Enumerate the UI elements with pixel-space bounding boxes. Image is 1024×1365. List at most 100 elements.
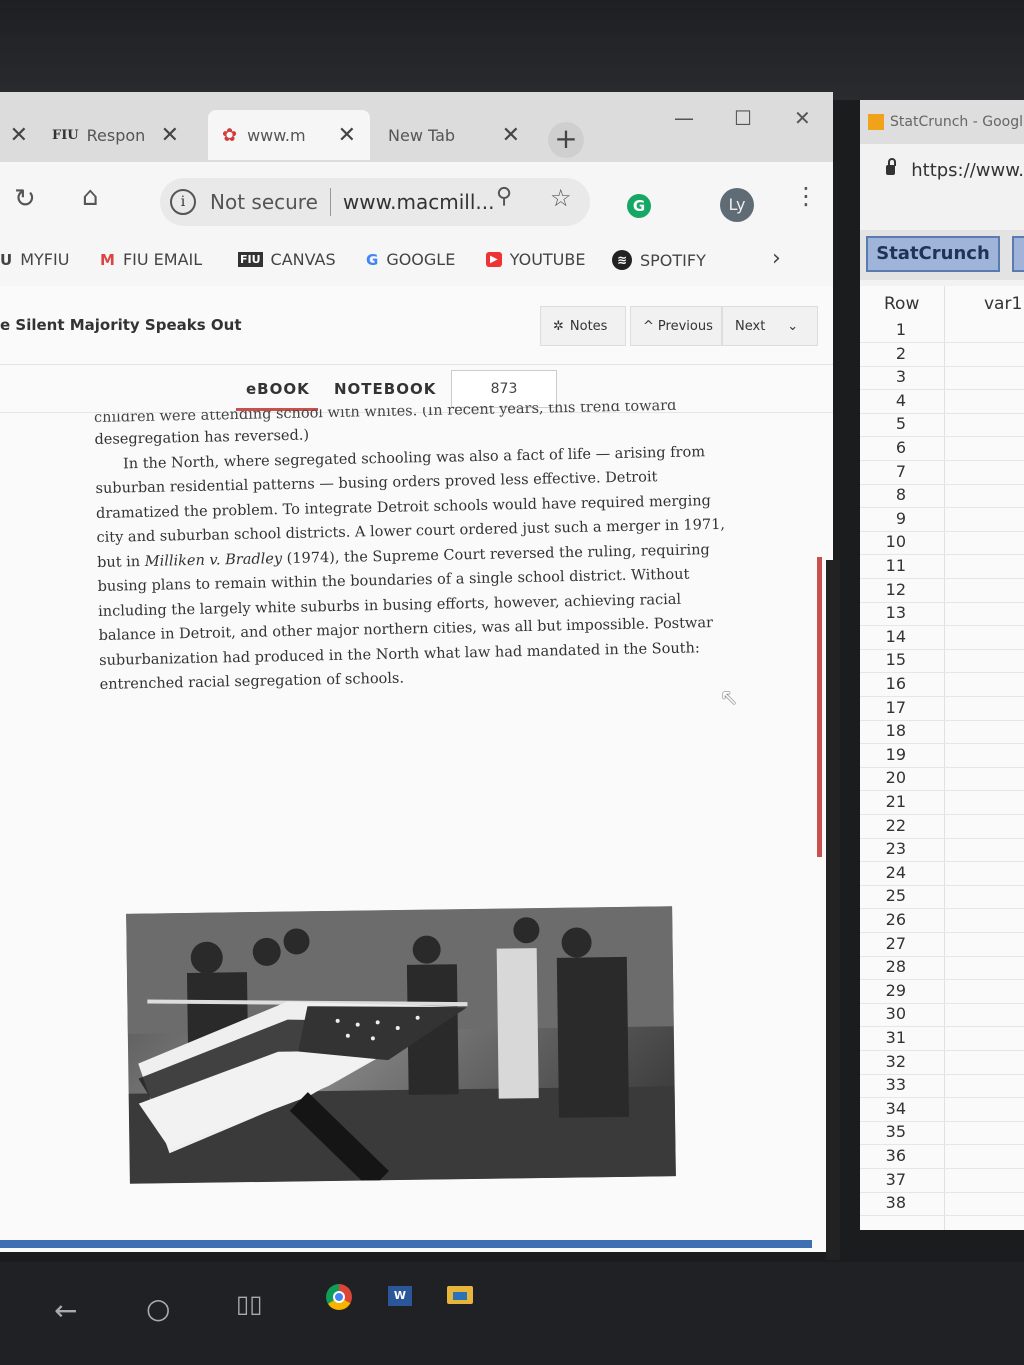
table-row[interactable]: 24: [860, 861, 1024, 886]
tab-macmillan[interactable]: ✿ www.m ✕: [208, 110, 370, 160]
minimize-icon[interactable]: —: [674, 106, 694, 130]
bookmark-google[interactable]: G GOOGLE: [366, 250, 455, 269]
url-text[interactable]: https://www.: [911, 160, 1024, 181]
column-header-var1[interactable]: var1: [984, 294, 1022, 314]
myfiu-icon: U: [0, 250, 13, 269]
table-row[interactable]: 12: [860, 578, 1024, 603]
row-number: 11: [885, 556, 906, 575]
table-row[interactable]: 19: [860, 743, 1024, 768]
bookmark-myfiu[interactable]: U MYFIU: [0, 250, 69, 269]
table-row[interactable]: 33: [860, 1073, 1024, 1099]
table-row[interactable]: 5: [860, 412, 1024, 438]
table-row[interactable]: 17: [860, 696, 1024, 721]
home-icon[interactable]: ⌂: [82, 182, 99, 212]
address-bar[interactable]: https://www.: [860, 144, 1024, 196]
word-icon[interactable]: W: [388, 1286, 412, 1306]
table-row[interactable]: 29: [860, 979, 1024, 1004]
tab-ebook[interactable]: eBOOK: [246, 380, 310, 398]
table-row[interactable]: 3: [860, 365, 1024, 391]
bookmarks-overflow-chevron-icon[interactable]: ›: [772, 246, 781, 271]
table-row[interactable]: 38: [860, 1191, 1024, 1217]
table-row[interactable]: 18: [860, 719, 1024, 745]
table-row[interactable]: 1: [860, 318, 1024, 343]
url-text[interactable]: www.macmill...: [343, 190, 495, 214]
table-row[interactable]: 30: [860, 1002, 1024, 1028]
close-icon[interactable]: ✕: [502, 123, 520, 148]
tab-respondus[interactable]: FIU Respon ✕: [38, 110, 212, 160]
tab-notebook[interactable]: NOTEBOOK: [334, 380, 436, 398]
close-icon[interactable]: ✕: [338, 123, 356, 148]
close-icon[interactable]: ✕: [161, 123, 179, 148]
statcrunch-window: StatCrunch - Googl https://www. StatCrun…: [860, 100, 1024, 1230]
table-row[interactable]: 9: [860, 507, 1024, 532]
table-row[interactable]: 16: [860, 672, 1024, 697]
table-row[interactable]: 36: [860, 1144, 1024, 1169]
previous-button[interactable]: ^ Previous: [630, 306, 722, 346]
table-row[interactable]: 35: [860, 1120, 1024, 1146]
table-row[interactable]: 10: [860, 530, 1024, 556]
row-number: 26: [885, 910, 906, 929]
table-row[interactable]: 14: [860, 625, 1024, 650]
table-row[interactable]: 20: [860, 766, 1024, 792]
row-number: 29: [885, 980, 906, 1000]
data-grid[interactable]: Row var1 1 2 3 4 5 6 7 8 9 10 11 12 13 14 15 16 17 18 19 20…: [860, 286, 1024, 1230]
table-row[interactable]: 2: [860, 342, 1024, 367]
reload-icon[interactable]: ↻: [14, 184, 36, 214]
profile-avatar[interactable]: Ly: [720, 188, 754, 222]
statcrunch-menu-button[interactable]: StatCrunch: [866, 236, 1000, 272]
table-row[interactable]: 15: [860, 648, 1024, 674]
home-circle-icon[interactable]: ○: [146, 1292, 170, 1325]
table-row[interactable]: 32: [860, 1050, 1024, 1075]
row-number: 2: [895, 343, 906, 363]
table-row[interactable]: 11: [860, 554, 1024, 579]
table-row[interactable]: 22: [860, 814, 1024, 839]
tab-strip: ✕ FIU Respon ✕ ✿ www.m ✕ New Tab ✕ + — ☐…: [0, 92, 833, 162]
window-close-icon[interactable]: ✕: [794, 106, 811, 130]
bookmark-canvas[interactable]: FIU CANVAS: [238, 250, 336, 269]
table-row[interactable]: 25: [860, 884, 1024, 910]
bookmark-youtube[interactable]: ▶ YOUTUBE: [486, 250, 585, 269]
new-tab-button[interactable]: +: [548, 122, 584, 158]
table-row[interactable]: 27: [860, 932, 1024, 957]
row-number: 12: [885, 579, 906, 599]
row-number: 37: [885, 1169, 906, 1189]
bookmark-fiu-email[interactable]: M FIU EMAIL: [100, 250, 202, 269]
table-row[interactable]: 34: [860, 1097, 1024, 1122]
page-number-input[interactable]: 873: [451, 370, 557, 408]
table-row[interactable]: 23: [860, 837, 1024, 863]
task-view-icon[interactable]: ▯▯: [236, 1290, 262, 1318]
table-row[interactable]: 21: [860, 790, 1024, 815]
next-button[interactable]: Next ⌄: [722, 306, 818, 346]
table-row[interactable]: 13: [860, 601, 1024, 627]
address-bar[interactable]: i Not secure www.macmill...: [160, 178, 590, 226]
zoom-icon[interactable]: ⚲: [496, 184, 512, 209]
column-header-row: Row: [884, 294, 920, 314]
close-icon[interactable]: ✕: [10, 123, 28, 148]
info-icon[interactable]: i: [170, 189, 196, 215]
tab-statcrunch[interactable]: StatCrunch - Googl: [860, 100, 1024, 144]
tab-label: StatCrunch - Googl: [890, 114, 1023, 130]
tab-close-partial[interactable]: ✕: [0, 110, 28, 160]
vertical-scrollbar-thumb[interactable]: [817, 557, 822, 857]
tab-new-tab[interactable]: New Tab ✕: [374, 110, 530, 160]
table-row[interactable]: 26: [860, 908, 1024, 933]
table-row[interactable]: 6: [860, 436, 1024, 461]
table-row[interactable]: 4: [860, 389, 1024, 414]
menu-button-partial[interactable]: [1012, 236, 1024, 272]
back-arrow-icon[interactable]: ←: [54, 1294, 77, 1327]
menu-kebab-icon[interactable]: ⋮: [794, 182, 818, 210]
table-row[interactable]: 28: [860, 955, 1024, 981]
chrome-icon[interactable]: [326, 1284, 352, 1310]
table-row[interactable]: 31: [860, 1026, 1024, 1051]
table-row[interactable]: 8: [860, 483, 1024, 509]
table-row[interactable]: 7: [860, 460, 1024, 485]
table-row[interactable]: 37: [860, 1168, 1024, 1193]
maximize-icon[interactable]: ☐: [734, 106, 752, 130]
file-explorer-icon[interactable]: [447, 1286, 473, 1304]
grammarly-icon[interactable]: G: [627, 194, 651, 218]
row-number: 19: [885, 744, 906, 764]
bookmark-spotify[interactable]: ≋ SPOTIFY: [612, 250, 706, 270]
notes-button[interactable]: ✲ Notes: [540, 306, 626, 346]
chapter-title: e Silent Majority Speaks Out: [0, 316, 242, 334]
bookmark-star-icon[interactable]: ☆: [550, 184, 572, 212]
